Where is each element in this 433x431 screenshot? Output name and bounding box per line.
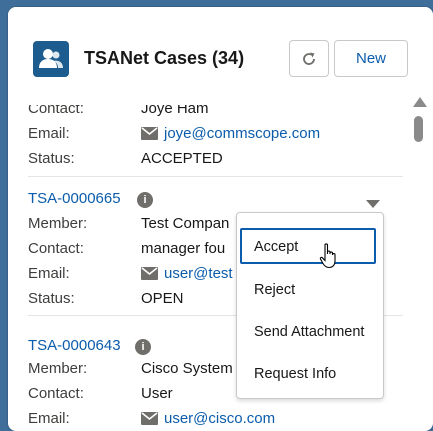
hand-pointer-cursor-icon (319, 243, 336, 269)
member-label: Member: (28, 215, 88, 232)
refresh-button[interactable] (289, 40, 329, 77)
contact-label: Contact: (28, 385, 84, 402)
email-value: user@cisco.com (164, 410, 276, 427)
mail-icon (141, 126, 158, 140)
status-value: OPEN (141, 290, 184, 307)
scrollbar[interactable] (409, 95, 431, 431)
email-link[interactable]: joye@commscope.com (141, 123, 320, 145)
member-value: Cisco System (141, 360, 233, 377)
mail-icon (141, 411, 158, 425)
menu-item-send-attachment[interactable]: Send Attachment (240, 313, 376, 349)
menu-item-reject[interactable]: Reject (240, 271, 376, 307)
info-icon[interactable]: i (135, 339, 151, 355)
status-value: ACCEPTED (141, 150, 223, 167)
menu-item-accept[interactable]: Accept (240, 228, 376, 264)
chevron-down-icon[interactable] (365, 198, 381, 210)
card-title: TSANet Cases (34) (84, 48, 245, 68)
divider (28, 176, 403, 177)
tsanet-cases-card: Contact: Joye Ham Email: joye@commscope.… (8, 7, 433, 431)
contact-value: User (141, 385, 173, 402)
info-icon[interactable]: i (137, 192, 153, 208)
email-value: joye@commscope.com (164, 125, 321, 142)
mail-icon (141, 266, 158, 280)
email-value: user@test (164, 265, 233, 282)
status-label: Status: (28, 290, 75, 307)
case-id-link[interactable]: TSA-0000643 (28, 335, 121, 357)
row-actions-menu: Accept Reject Send Attachment Request In… (236, 212, 384, 399)
scroll-up-arrow-icon[interactable] (413, 97, 427, 107)
contact-label: Contact: (28, 240, 84, 257)
contact-card-icon (33, 41, 69, 77)
scroll-thumb[interactable] (414, 116, 423, 142)
email-label: Email: (28, 265, 70, 282)
contact-value: manager fou (141, 240, 226, 257)
email-link[interactable]: user@test (141, 263, 233, 285)
menu-item-request-info[interactable]: Request Info (240, 355, 376, 391)
member-label: Member: (28, 360, 88, 377)
case-id-link[interactable]: TSA-0000665 (28, 188, 121, 210)
member-value: Test Compan (141, 215, 230, 232)
new-button[interactable]: New (334, 40, 408, 77)
status-label: Status: (28, 150, 75, 167)
refresh-icon (303, 52, 315, 65)
email-label: Email: (28, 125, 70, 142)
email-label: Email: (28, 410, 70, 427)
email-link[interactable]: user@cisco.com (141, 408, 275, 430)
card-header: TSANet Cases (34) New (8, 7, 433, 105)
